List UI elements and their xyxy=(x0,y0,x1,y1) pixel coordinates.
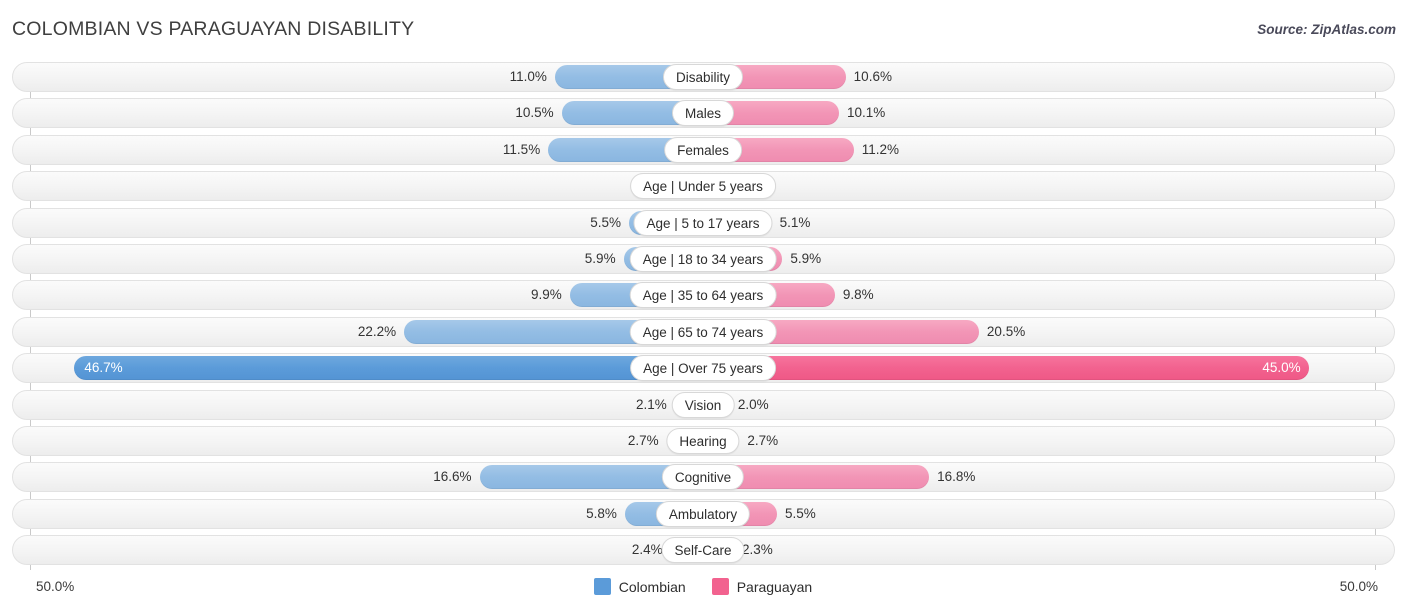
legend-item[interactable]: Paraguayan xyxy=(711,578,813,595)
category-label[interactable]: Self-Care xyxy=(661,537,745,564)
chart-row: 2.4% 2.3% Self-Care xyxy=(0,535,1406,566)
value-label-colombian: 5.9% xyxy=(584,250,616,266)
row-bars: 2.7% 2.7% Hearing xyxy=(0,426,1406,456)
value-label-paraguayan: 10.6% xyxy=(853,69,892,84)
row-bars: 11.5% 11.2% Females xyxy=(0,135,1406,165)
value-label-colombian: 11.5% xyxy=(502,141,541,157)
category-label[interactable]: Females xyxy=(664,136,742,163)
legend-swatch-icon xyxy=(711,578,729,595)
chart-row: 9.9% 9.8% Age | 35 to 64 years xyxy=(0,280,1406,311)
value-label-colombian: 10.5% xyxy=(515,105,554,121)
category-label[interactable]: Cognitive xyxy=(661,464,745,491)
row-bars: 46.7% 45.0% Age | Over 75 years xyxy=(0,353,1406,383)
chart-plot-area: 11.0% 10.6% Disability 10.5% 10.1% Males 11.5%… xyxy=(0,62,1406,572)
value-label-colombian: 11.0% xyxy=(509,69,547,84)
category-label[interactable]: Males xyxy=(671,100,735,127)
value-label-paraguayan: 10.1% xyxy=(846,105,886,121)
value-label-colombian: 5.8% xyxy=(586,505,617,521)
chart-row: 11.5% 11.2% Females xyxy=(0,134,1406,165)
value-label-colombian: 16.6% xyxy=(433,469,472,485)
row-bars: 5.8% 5.5% Ambulatory xyxy=(0,499,1406,529)
chart-row: 46.7% 45.0% Age | Over 75 years xyxy=(0,353,1406,384)
category-label[interactable]: Age | 5 to 17 years xyxy=(633,209,773,236)
row-bars: 5.9% 5.9% Age | 18 to 34 years xyxy=(0,244,1406,274)
chart-header: COLOMBIAN VS PARAGUAYAN DISABILITY Sourc… xyxy=(0,0,1406,60)
category-label[interactable]: Age | 65 to 74 years xyxy=(629,318,777,345)
chart-row: 22.2% 20.5% Age | 65 to 74 years xyxy=(0,316,1406,347)
chart-row: 5.5% 5.1% Age | 5 to 17 years xyxy=(0,207,1406,238)
chart-legend: Colombian Paraguayan xyxy=(0,578,1406,595)
value-label-colombian: 2.7% xyxy=(627,432,659,448)
row-bars: 10.5% 10.1% Males xyxy=(0,98,1406,128)
chart-row: 5.8% 5.5% Ambulatory xyxy=(0,498,1406,529)
category-label[interactable]: Vision xyxy=(671,391,735,418)
category-label[interactable]: Disability xyxy=(662,64,744,90)
chart-row: 1.2%2.0%Age | Under 5 years xyxy=(0,171,1406,202)
row-bars: 5.5% 5.1% Age | 5 to 17 years xyxy=(0,208,1406,238)
row-bars: 2.1% 2.0% Vision xyxy=(0,390,1406,420)
legend-swatch-icon xyxy=(593,578,611,595)
chart-footer: 50.0% 50.0% Colombian Paraguayan xyxy=(0,572,1406,612)
value-label-paraguayan: 2.0% xyxy=(737,396,769,412)
category-label[interactable]: Hearing xyxy=(666,427,740,454)
value-label-colombian: 9.9% xyxy=(530,287,562,303)
row-bars: 22.2% 20.5% Age | 65 to 74 years xyxy=(0,317,1406,347)
value-label-colombian: 5.5% xyxy=(590,214,621,230)
chart-row: 16.6% 16.8% Cognitive xyxy=(0,462,1406,493)
value-label-paraguayan: 20.5% xyxy=(986,323,1026,339)
chart-row: 2.7% 2.7% Hearing xyxy=(0,425,1406,456)
value-label-paraguayan: 11.2% xyxy=(861,141,900,157)
row-bars: 2.4% 2.3% Self-Care xyxy=(0,535,1406,565)
value-label-colombian: 46.7% xyxy=(84,360,123,376)
value-label-paraguayan: 5.9% xyxy=(790,250,822,266)
legend-label: Paraguayan xyxy=(736,578,813,595)
category-label[interactable]: Age | Under 5 years xyxy=(630,173,776,200)
chart-row: 5.9% 5.9% Age | 18 to 34 years xyxy=(0,243,1406,274)
value-label-paraguayan: 16.8% xyxy=(937,469,976,485)
category-label[interactable]: Age | 35 to 64 years xyxy=(629,282,777,309)
chart-row: 10.5% 10.1% Males xyxy=(0,98,1406,129)
legend-label: Colombian xyxy=(618,578,686,595)
category-label[interactable]: Ambulatory xyxy=(655,500,751,527)
legend-item[interactable]: Colombian xyxy=(593,578,686,595)
chart-row: 11.0% 10.6% Disability xyxy=(0,62,1406,92)
source-attribution: Source: ZipAtlas.com xyxy=(1257,22,1396,37)
row-bars: 16.6% 16.8% Cognitive xyxy=(0,462,1406,492)
value-label-paraguayan: 5.5% xyxy=(785,505,816,521)
row-bars: 9.9% 9.8% Age | 35 to 64 years xyxy=(0,280,1406,310)
row-bars: 11.0% 10.6% Disability xyxy=(0,62,1406,92)
category-label[interactable]: Age | 18 to 34 years xyxy=(629,245,777,272)
value-label-colombian: 22.2% xyxy=(357,323,397,339)
value-label-paraguayan: 45.0% xyxy=(1262,360,1301,376)
category-label[interactable]: Age | Over 75 years xyxy=(630,355,776,382)
page-title: COLOMBIAN VS PARAGUAYAN DISABILITY xyxy=(12,18,415,40)
value-label-paraguayan: 2.7% xyxy=(747,432,779,448)
value-label-paraguayan: 2.3% xyxy=(741,542,773,558)
value-label-paraguayan: 5.1% xyxy=(779,214,811,230)
value-label-colombian: 2.1% xyxy=(635,396,667,412)
value-label-colombian: 2.4% xyxy=(631,542,663,558)
bar-colombian[interactable] xyxy=(74,356,703,381)
chart-row: 2.1% 2.0% Vision xyxy=(0,389,1406,420)
row-bars: 1.2%2.0%Age | Under 5 years xyxy=(0,171,1406,201)
value-label-paraguayan: 9.8% xyxy=(842,287,874,303)
chart-rows: 11.0% 10.6% Disability 10.5% 10.1% Males 11.5%… xyxy=(0,62,1406,571)
